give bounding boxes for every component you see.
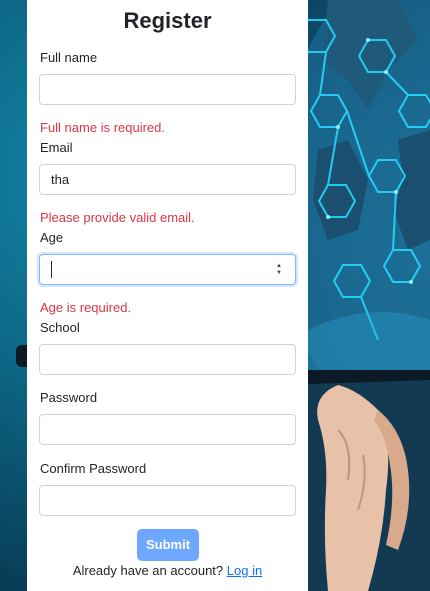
full-name-label: Full name [40, 50, 98, 65]
age-error: Age is required. [40, 300, 132, 315]
email-label: Email [40, 140, 73, 155]
email-error: Please provide valid email. [40, 210, 195, 225]
password-input[interactable] [39, 414, 296, 445]
page-title: Register [123, 8, 212, 33]
school-label: School [40, 320, 80, 335]
login-prompt: Already have an account? Log in [27, 563, 308, 578]
submit-button[interactable]: Submit [137, 529, 199, 561]
school-input[interactable] [39, 344, 296, 375]
full-name-input[interactable] [39, 74, 296, 105]
text-caret [51, 261, 52, 278]
number-spinner[interactable]: ▲ ▼ [275, 263, 283, 277]
full-name-error: Full name is required. [40, 120, 165, 135]
login-prompt-text: Already have an account? [72, 563, 224, 578]
login-link[interactable]: Log in [227, 563, 262, 578]
confirm-password-input[interactable] [39, 485, 296, 516]
password-label: Password [40, 390, 98, 405]
register-form: Register Full name Full name is required… [27, 0, 308, 591]
age-input[interactable]: ▲ ▼ [39, 254, 296, 285]
hand-image [308, 370, 430, 591]
confirm-password-label: Confirm Password [40, 461, 147, 476]
email-input[interactable]: tha [39, 164, 296, 195]
age-label: Age [40, 230, 64, 245]
